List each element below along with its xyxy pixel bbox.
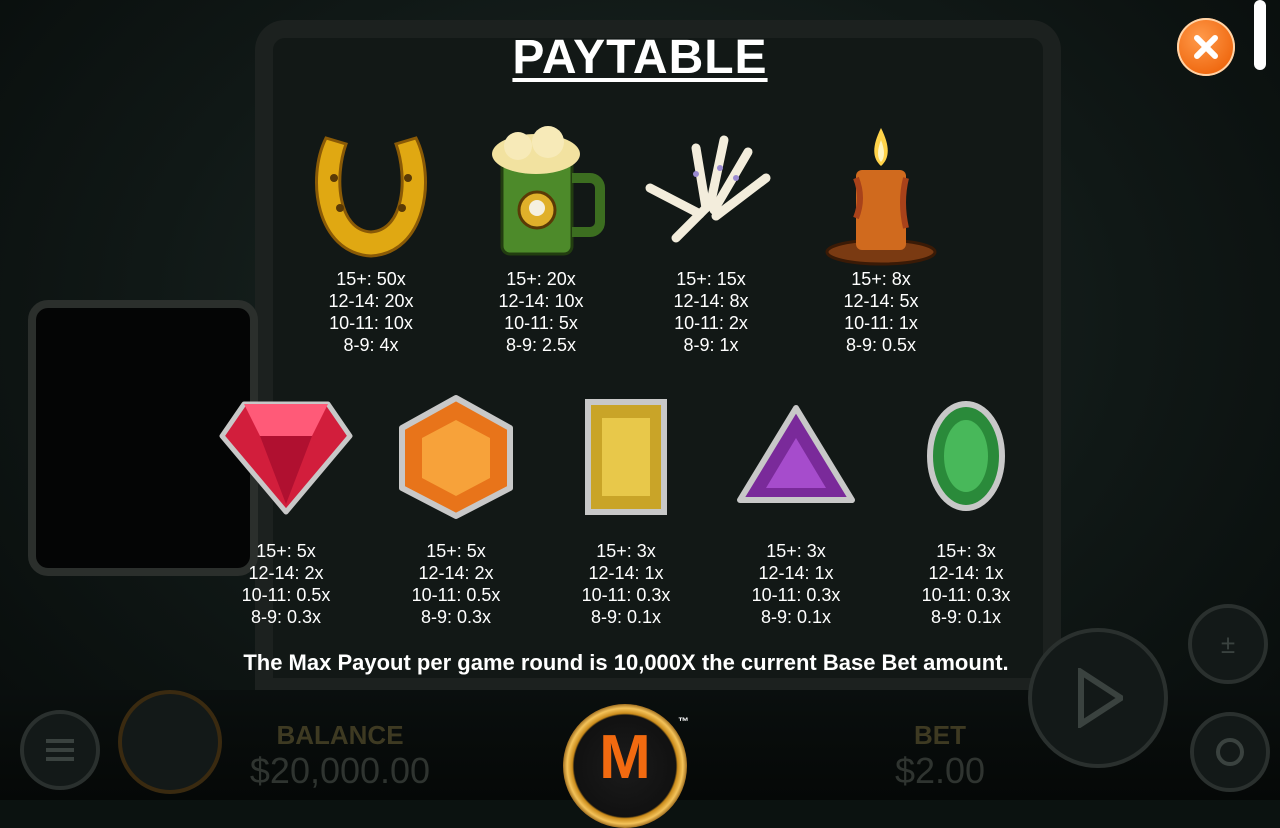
pay-line: 12-14: 2x xyxy=(248,563,324,583)
symbol-green-oval: 15+: 3x 12-14: 1x 10-11: 0.3x 8-9: 0.1x xyxy=(891,394,1041,628)
pay-line: 12-14: 2x xyxy=(418,563,494,583)
max-payout-note: The Max Payout per game round is 10,000X… xyxy=(243,650,1009,675)
pay-line: 12-14: 1x xyxy=(758,563,834,583)
refresh-icon xyxy=(1216,738,1244,766)
symbol-red-diamond: 15+: 5x 12-14: 2x 10-11: 0.5x 8-9: 0.3x xyxy=(211,394,361,628)
close-button[interactable] xyxy=(1177,18,1235,76)
balance-label: BALANCE xyxy=(276,720,404,750)
brand-button-dim xyxy=(118,690,222,794)
pay-line: 10-11: 10x xyxy=(329,313,413,333)
pay-line: 10-11: 0.5x xyxy=(411,585,501,605)
scrollbar[interactable] xyxy=(1254,0,1266,70)
pay-line: 15+: 8x xyxy=(851,269,911,289)
brand-letter: M xyxy=(599,722,651,792)
pay-line: 10-11: 0.5x xyxy=(241,585,331,605)
pay-line: 15+: 3x xyxy=(766,541,826,561)
balance-value: $20,000.00 xyxy=(249,750,431,791)
brand-logo: M xyxy=(563,704,687,828)
symbol-yellow-square: 15+: 3x 12-14: 1x 10-11: 0.3x 8-9: 0.1x xyxy=(551,394,701,628)
close-icon xyxy=(1194,35,1218,59)
trademark-symbol: ™ xyxy=(678,716,689,728)
menu-button xyxy=(20,710,100,790)
green-oval-gem-icon xyxy=(927,401,1005,511)
symbol-beer-mug: 15+: 20x 12-14: 10x 10-11: 5x 8-9: 2.5x xyxy=(466,118,616,356)
pay-line: 8-9: 1x xyxy=(683,335,739,355)
pay-line: 10-11: 0.3x xyxy=(581,585,671,605)
play-icon xyxy=(1078,668,1123,728)
pay-line: 15+: 3x xyxy=(936,541,996,561)
pay-line: 10-11: 5x xyxy=(504,313,578,333)
pay-line: 12-14: 5x xyxy=(843,291,919,311)
symbol-purple-triangle: 15+: 3x 12-14: 1x 10-11: 0.3x 8-9: 0.1x xyxy=(721,394,871,628)
pay-line: 8-9: 4x xyxy=(343,335,399,355)
pay-line: 10-11: 0.3x xyxy=(751,585,841,605)
skeleton-hand-icon xyxy=(645,135,771,243)
pay-line: 8-9: 2.5x xyxy=(505,335,577,355)
pay-line: 15+: 50x xyxy=(336,269,406,289)
pay-line: 10-11: 0.3x xyxy=(921,585,1011,605)
pay-line: 8-9: 0.3x xyxy=(420,607,492,627)
orange-hexagon-gem-icon xyxy=(399,395,513,519)
pay-line: 15+: 5x xyxy=(426,541,486,561)
horseshoe-icon xyxy=(315,136,427,258)
yellow-square-gem-icon xyxy=(585,399,667,515)
symbol-orange-hexagon: 15+: 5x 12-14: 2x 10-11: 0.5x 8-9: 0.3x xyxy=(381,394,531,628)
red-diamond-icon xyxy=(219,401,353,515)
symbol-skeleton-hand: 15+: 15x 12-14: 8x 10-11: 2x 8-9: 1x xyxy=(636,118,786,356)
candle-icon xyxy=(825,128,937,266)
pay-line: 10-11: 2x xyxy=(674,313,748,333)
pay-line: 8-9: 0.1x xyxy=(590,607,662,627)
pay-line: 12-14: 8x xyxy=(673,291,749,311)
beer-mug-icon xyxy=(492,126,605,256)
pay-line: 12-14: 1x xyxy=(588,563,664,583)
paytable-title: PAYTABLE xyxy=(512,31,768,84)
pay-line: 15+: 20x xyxy=(506,269,576,289)
pay-line: 10-11: 1x xyxy=(844,313,918,333)
bet-label: BET xyxy=(914,720,966,750)
pay-line: 8-9: 0.3x xyxy=(250,607,322,627)
pay-line: 15+: 15x xyxy=(676,269,746,289)
pay-line: 15+: 3x xyxy=(596,541,656,561)
purple-triangle-gem-icon xyxy=(737,405,855,503)
symbol-candle: 15+: 8x 12-14: 5x 10-11: 1x 8-9: 0.5x xyxy=(806,118,956,356)
pay-line: 8-9: 0.1x xyxy=(930,607,1002,627)
symbol-horseshoe: 15+: 50x 12-14: 20x 10-11: 10x 8-9: 4x xyxy=(296,118,446,356)
bet-value: $2.00 xyxy=(894,750,986,791)
pay-line: 15+: 5x xyxy=(256,541,316,561)
pay-line: 12-14: 20x xyxy=(328,291,414,311)
pay-line: 8-9: 0.1x xyxy=(760,607,832,627)
pay-line: 8-9: 0.5x xyxy=(845,335,917,355)
autoplay-button xyxy=(1190,712,1270,792)
pay-line: 12-14: 1x xyxy=(928,563,1004,583)
menu-icon xyxy=(46,739,74,761)
pay-line: 12-14: 10x xyxy=(498,291,584,311)
spin-button xyxy=(1028,628,1168,768)
